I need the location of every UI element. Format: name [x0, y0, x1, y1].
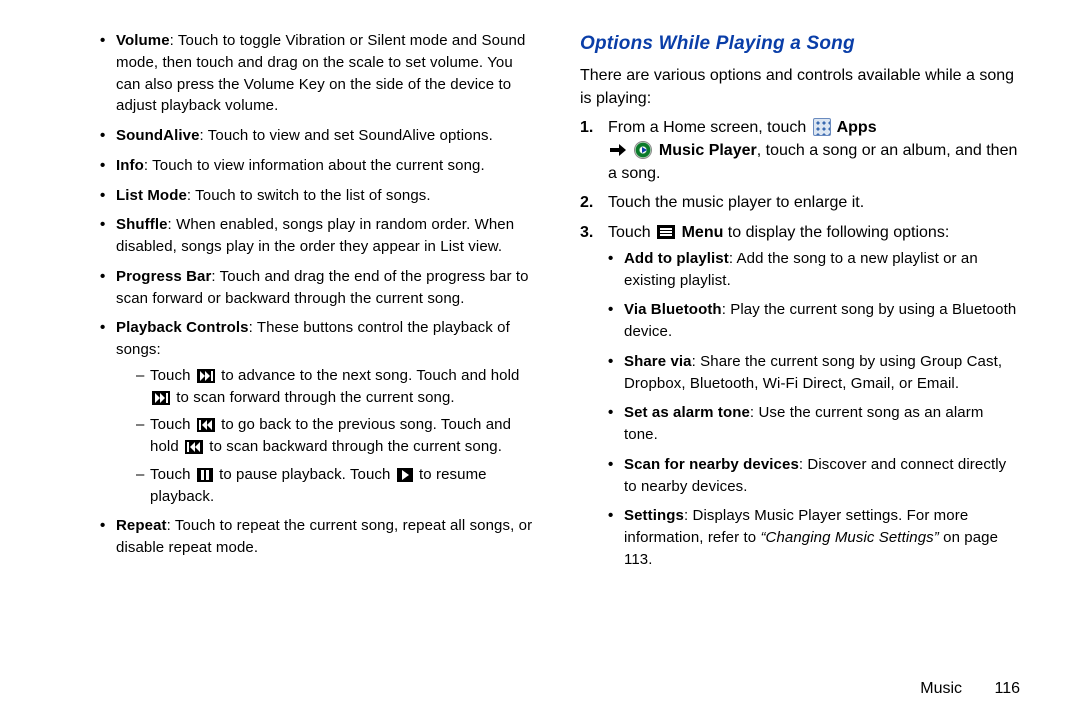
opt-share-via: Share via: Share the current song by usi… — [608, 351, 1020, 395]
text-info: : Touch to view information about the cu… — [144, 157, 485, 174]
text: Touch — [150, 367, 195, 384]
item-volume: Volume: Touch to toggle Vibration or Sil… — [100, 30, 540, 117]
section-heading: Options While Playing a Song — [580, 30, 1020, 58]
label: Via Bluetooth — [624, 301, 722, 318]
previous-track-icon — [185, 440, 203, 454]
play-icon — [397, 468, 413, 482]
footer-page-number: 116 — [994, 680, 1020, 697]
item-listmode: List Mode: Touch to switch to the list o… — [100, 185, 540, 207]
right-column: Options While Playing a Song There are v… — [560, 30, 1040, 710]
step-number: 2. — [580, 191, 593, 214]
label-soundalive: SoundAlive — [116, 127, 200, 144]
text-listmode: : Touch to switch to the list of songs. — [187, 187, 431, 204]
label-playback: Playback Controls — [116, 319, 249, 336]
previous-track-icon — [197, 418, 215, 432]
text-shuffle: : When enabled, songs play in random ord… — [116, 216, 514, 255]
opt-via-bluetooth: Via Bluetooth: Play the current song by … — [608, 299, 1020, 343]
label-volume: Volume — [116, 32, 170, 49]
step-number: 3. — [580, 221, 593, 244]
text: Touch — [608, 224, 655, 241]
item-repeat: Repeat: Touch to repeat the current song… — [100, 515, 540, 559]
music-player-label: Music Player — [654, 142, 756, 159]
section-intro: There are various options and controls a… — [580, 64, 1020, 110]
next-track-icon — [152, 391, 170, 405]
apps-label: Apps — [833, 119, 877, 136]
opt-set-alarm: Set as alarm tone: Use the current song … — [608, 402, 1020, 446]
playback-next: Touch to advance to the next song. Touch… — [136, 365, 540, 409]
label-listmode: List Mode — [116, 187, 187, 204]
text-volume: : Touch to toggle Vibration or Silent mo… — [116, 32, 525, 114]
text: Touch the music player to enlarge it. — [608, 194, 864, 211]
opt-settings: Settings: Displays Music Player settings… — [608, 505, 1020, 570]
text: Touch — [150, 466, 195, 483]
text: Touch — [150, 416, 195, 433]
item-soundalive: SoundAlive: Touch to view and set SoundA… — [100, 125, 540, 147]
label-info: Info — [116, 157, 144, 174]
label-repeat: Repeat — [116, 517, 167, 534]
step-1: 1. From a Home screen, touch Apps Music … — [580, 116, 1020, 186]
step-3: 3. Touch Menu to display the following o… — [580, 221, 1020, 571]
footer-section: Music — [920, 680, 962, 697]
left-column: Volume: Touch to toggle Vibration or Sil… — [40, 30, 560, 710]
menu-icon — [657, 225, 675, 239]
item-playback: Playback Controls: These buttons control… — [100, 317, 540, 507]
text: to pause playback. Touch — [215, 466, 395, 483]
item-progress: Progress Bar: Touch and drag the end of … — [100, 266, 540, 310]
music-player-icon — [634, 141, 652, 159]
text: to display the following options: — [723, 224, 949, 241]
text: to advance to the next song. Touch and h… — [217, 367, 520, 384]
menu-label: Menu — [677, 224, 723, 241]
text: From a Home screen, touch — [608, 119, 811, 136]
label: Share via — [624, 353, 692, 370]
text: to scan forward through the current song… — [172, 389, 455, 406]
playback-prev: Touch to go back to the previous song. T… — [136, 414, 540, 458]
item-info: Info: Touch to view information about th… — [100, 155, 540, 177]
next-track-icon — [197, 369, 215, 383]
opt-add-to-playlist: Add to playlist: Add the song to a new p… — [608, 248, 1020, 292]
playback-pause: Touch to pause playback. Touch to resume… — [136, 464, 540, 508]
apps-icon — [813, 118, 831, 136]
label: Settings — [624, 507, 684, 524]
step-2: 2. Touch the music player to enlarge it. — [580, 191, 1020, 214]
pause-icon — [197, 468, 213, 482]
opt-scan-nearby: Scan for nearby devices: Discover and co… — [608, 454, 1020, 498]
label: Set as alarm tone — [624, 404, 750, 421]
page-footer: Music 116 — [920, 680, 1020, 698]
label-shuffle: Shuffle — [116, 216, 168, 233]
text-soundalive: : Touch to view and set SoundAlive optio… — [200, 127, 493, 144]
cross-ref: “Changing Music Settings” — [760, 529, 938, 546]
manual-page: Volume: Touch to toggle Vibration or Sil… — [0, 0, 1080, 720]
arrow-right-icon — [610, 144, 626, 156]
text-repeat: : Touch to repeat the current song, repe… — [116, 517, 532, 556]
text: to scan backward through the current son… — [205, 438, 502, 455]
label: Add to playlist — [624, 250, 729, 267]
step-number: 1. — [580, 116, 593, 139]
label-progress: Progress Bar — [116, 268, 211, 285]
label: Scan for nearby devices — [624, 456, 799, 473]
item-shuffle: Shuffle: When enabled, songs play in ran… — [100, 214, 540, 258]
